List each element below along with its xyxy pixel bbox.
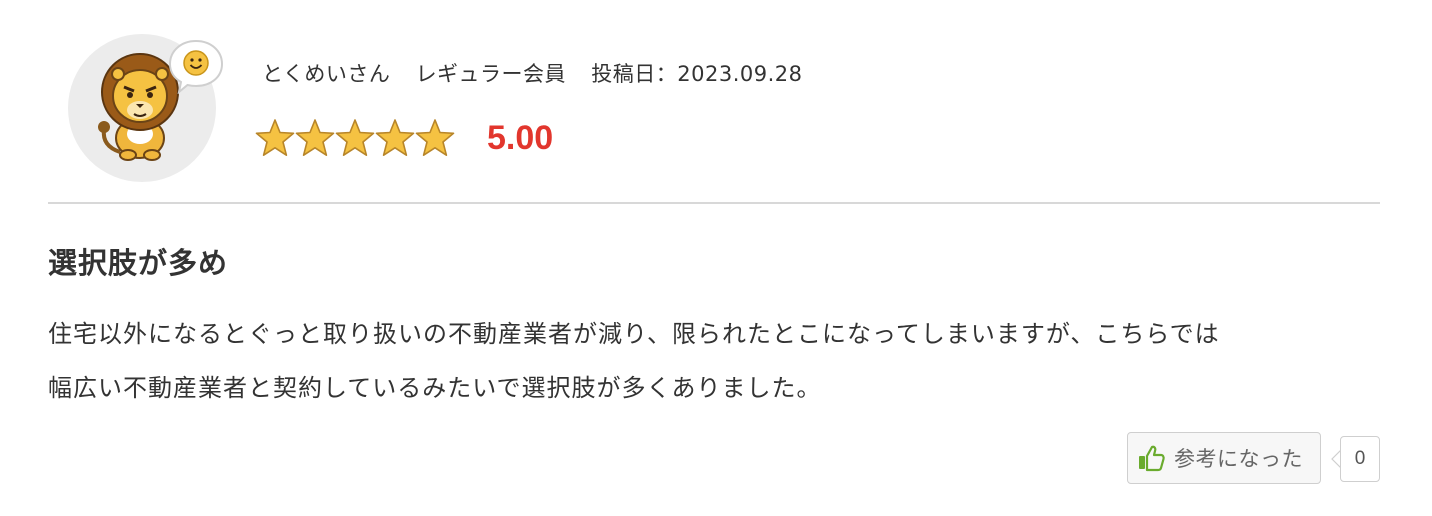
author-name: とくめいさん [262, 62, 391, 86]
star-icon [295, 119, 335, 156]
helpful-label: 参考になった [1174, 447, 1303, 471]
member-rank: レギュラー会員 [415, 62, 567, 86]
helpful-button[interactable]: 参考になった [1127, 432, 1321, 484]
rating-score: 5.00 [487, 118, 554, 157]
star-rating [255, 118, 455, 158]
star-icon [255, 119, 295, 156]
review-body-line: 幅広い不動産業者と契約しているみたいで選択肢が多くありました。 [48, 374, 822, 402]
review-title: 選択肢が多め [48, 246, 229, 280]
divider [48, 202, 1380, 204]
post-date: 投稿日：2023.09.28 [591, 62, 802, 86]
review-body-line: 住宅以外になるとぐっと取り扱いの不動産業者が減り、限られたとこになってしまいます… [48, 320, 1220, 348]
review-body: 住宅以外になるとぐっと取り扱いの不動産業者が減り、限られたとこになってしまいます… [48, 307, 1388, 415]
review-meta: とくめいさん レギュラー会員 投稿日：2023.09.28 [262, 58, 803, 88]
rating: 5.00 [255, 114, 553, 162]
smile-bubble-icon [168, 39, 224, 94]
star-icon [415, 119, 455, 156]
thumbs-up-icon [1139, 445, 1165, 472]
post-date-label: 投稿日： [591, 62, 678, 86]
post-date-value: 2023.09.28 [677, 62, 803, 86]
helpful-count: 0 [1340, 436, 1380, 482]
star-icon [335, 119, 375, 156]
star-icon [375, 119, 415, 156]
